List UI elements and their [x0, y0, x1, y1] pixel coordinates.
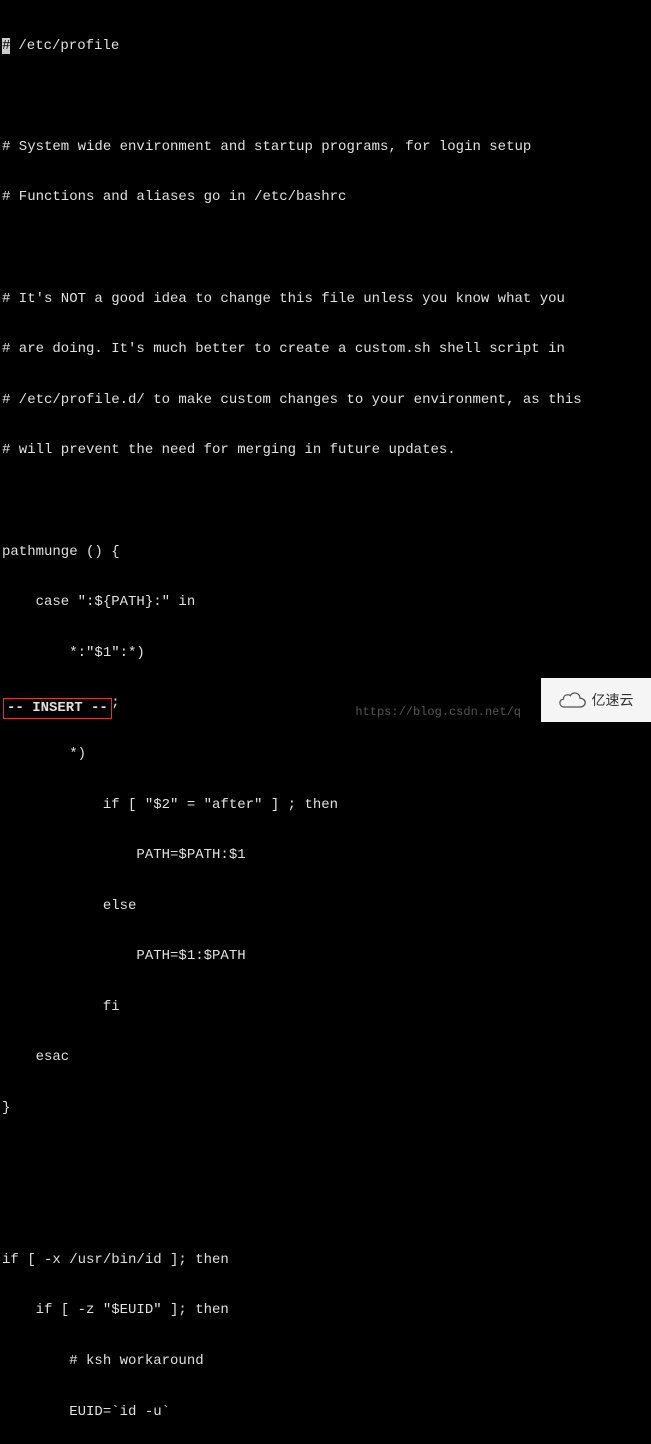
code-line	[2, 240, 649, 257]
code-line: if [ -x /usr/bin/id ]; then	[2, 1252, 649, 1269]
code-line: *:"$1":*)	[2, 645, 649, 662]
code-line: case ":${PATH}:" in	[2, 594, 649, 611]
code-line	[2, 493, 649, 510]
code-line: *)	[2, 746, 649, 763]
code-line: EUID=`id -u`	[2, 1404, 649, 1421]
watermark-url: https://blog.csdn.net/q	[355, 705, 521, 719]
cloud-icon	[559, 691, 587, 709]
watermark-logo: 亿速云	[541, 678, 651, 722]
code-line: pathmunge () {	[2, 544, 649, 561]
watermark-brand-text: 亿速云	[592, 692, 634, 709]
code-line: # ksh workaround	[2, 1353, 649, 1370]
code-line: PATH=$1:$PATH	[2, 948, 649, 965]
code-line: if [ "$2" = "after" ] ; then	[2, 797, 649, 814]
code-line: # are doing. It's much better to create …	[2, 341, 649, 358]
code-line	[2, 1151, 649, 1168]
code-text: /etc/profile	[10, 38, 119, 54]
code-line: else	[2, 898, 649, 915]
code-line	[2, 1201, 649, 1218]
code-line: esac	[2, 1049, 649, 1066]
code-line: if [ -z "$EUID" ]; then	[2, 1302, 649, 1319]
cursor: #	[2, 38, 10, 55]
code-line: }	[2, 1100, 649, 1117]
code-line: # Functions and aliases go in /etc/bashr…	[2, 189, 649, 206]
code-line: # /etc/profile.d/ to make custom changes…	[2, 392, 649, 409]
code-line: PATH=$PATH:$1	[2, 847, 649, 864]
code-line: # will prevent the need for merging in f…	[2, 442, 649, 459]
code-line: # /etc/profile	[2, 38, 649, 55]
code-line: # System wide environment and startup pr…	[2, 139, 649, 156]
code-line: fi	[2, 999, 649, 1016]
code-line: # It's NOT a good idea to change this fi…	[2, 291, 649, 308]
vim-mode-indicator: -- INSERT --	[3, 698, 112, 719]
code-line	[2, 88, 649, 105]
terminal-editor[interactable]: # /etc/profile # System wide environment…	[0, 0, 651, 1444]
